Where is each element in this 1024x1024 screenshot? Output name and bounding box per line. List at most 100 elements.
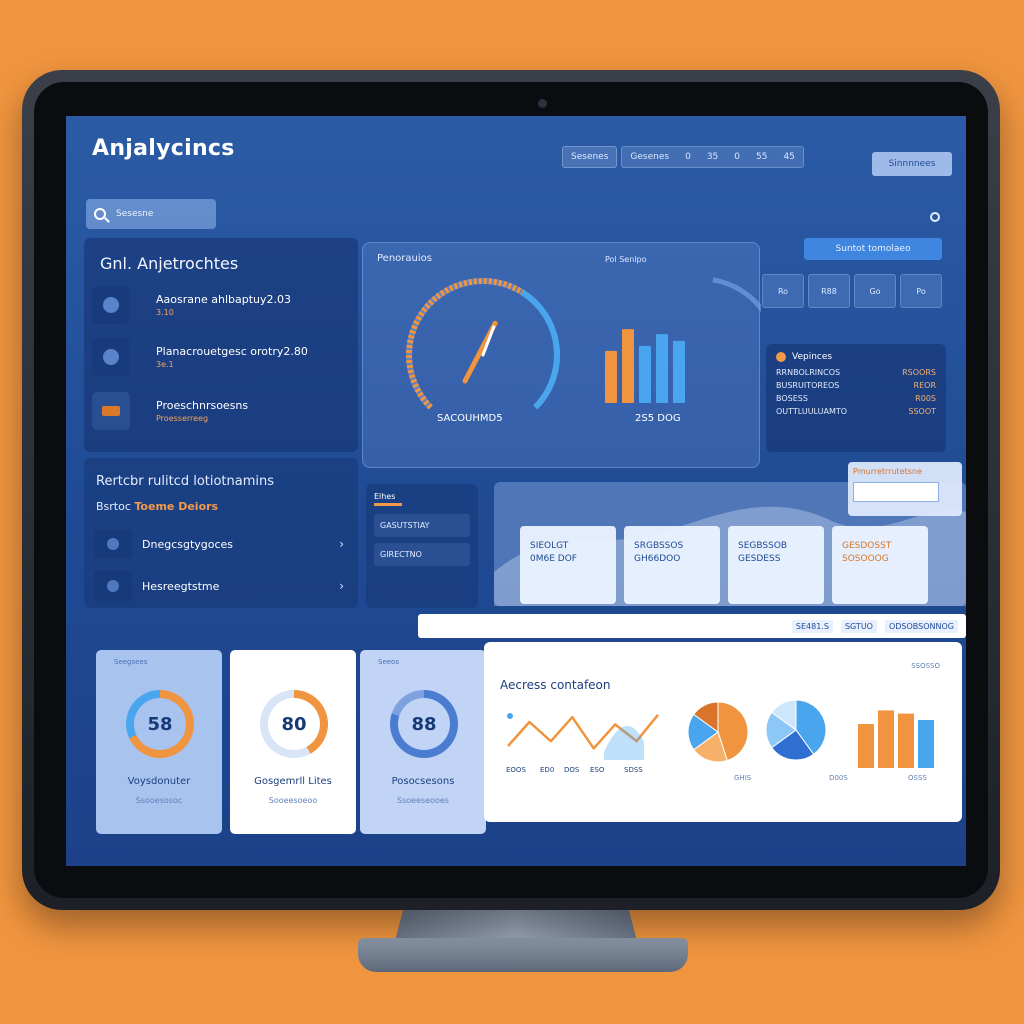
x-axis-label: DOS: [564, 766, 580, 774]
kpi-value: SRGBSSOS: [634, 541, 684, 551]
list-item[interactable]: Aaosrane ahlbaptuy2.03 3.10: [92, 282, 350, 328]
webcam: [538, 99, 547, 108]
item-title: Proeschnrsoesns: [156, 399, 249, 412]
kpi-value: GESDESS: [738, 554, 781, 564]
bar: [858, 724, 874, 768]
filter-chip[interactable]: SGTUO: [840, 619, 877, 633]
kpi-card[interactable]: SRGBSSOS GH66DOO: [624, 526, 720, 604]
ring-value: 58: [147, 713, 173, 735]
analytics-panel: Aecress contafeon SSOSSO EOOS ED0 DOS ES…: [484, 642, 962, 822]
report-row[interactable]: Hesreegtstme ›: [94, 568, 352, 604]
nav-item[interactable]: Gesenes: [622, 147, 677, 167]
kpi-value: 0M6E DOF: [530, 554, 577, 564]
card-tag: Seegsees: [114, 658, 148, 666]
x-axis-label: SDSS: [624, 766, 643, 774]
filter-chip[interactable]: ODSOBSONNOG: [884, 619, 958, 633]
ring-value: 80: [281, 713, 307, 735]
chip-input[interactable]: [853, 482, 939, 502]
search-icon[interactable]: [930, 212, 940, 222]
analytics-charts: [507, 699, 934, 768]
mini-stat-tile[interactable]: R88: [808, 274, 850, 308]
nav-item[interactable]: 45: [775, 147, 802, 167]
list-accent: [374, 503, 402, 506]
kpi-value: SEGBSSOB: [738, 541, 788, 551]
item-sub: 3e.1: [156, 360, 174, 369]
progress-ring: 88: [390, 690, 458, 758]
nav-item[interactable]: 0: [726, 147, 748, 167]
kpi-value: GESDOSST: [842, 541, 892, 551]
updates-row: RRNBOLRINCOS RSOORS: [776, 368, 936, 377]
mini-stat-tile[interactable]: Go: [854, 274, 896, 308]
bar: [878, 710, 894, 768]
gauge-remaining: [521, 289, 560, 410]
mini-stat-tile[interactable]: Ro: [762, 274, 804, 308]
update-button[interactable]: Suntot tomolaeo: [804, 238, 942, 260]
report-panel: Rertcbr rulitcd lotiotnamins Bsrtoc Toem…: [84, 458, 358, 608]
bar: [605, 350, 617, 403]
kpi-value: SOSOOOG: [842, 554, 889, 564]
mini-stat-tile[interactable]: Po: [900, 274, 942, 308]
list-item[interactable]: GIRECTNO: [374, 543, 470, 566]
item-title: Planacrouetgesc orotry2.80: [156, 345, 308, 358]
pie-label: GHIS: [734, 774, 752, 782]
signin-button[interactable]: Sinnnnees: [872, 152, 952, 176]
list-item[interactable]: Proeschnrsoesns Proesserreeg: [92, 388, 350, 434]
list-item[interactable]: GASUTSTIAY: [374, 514, 470, 537]
chip-label: Pmurretrrutetsne: [853, 467, 922, 476]
kpi-card[interactable]: SEGBSSOB GESDESS: [728, 526, 824, 604]
bar: [918, 720, 934, 768]
bar: [673, 340, 685, 403]
nav-item[interactable]: 35: [699, 147, 726, 167]
analytics-list-panel: Gnl. Anjetrochtes Aaosrane ahlbaptuy2.03…: [84, 238, 358, 452]
stat-card[interactable]: Seegsees 58 Voysdonuter Ssooesosoc: [96, 650, 222, 834]
card-subtitle: Ssooesosoc: [135, 796, 183, 805]
dashboard-screen: Anjalycincs Sesenes Gesenes 0 35 0 55 45…: [66, 116, 966, 866]
card-title: Voysdonuter: [127, 776, 191, 787]
status-dot-icon: [776, 352, 786, 362]
progress-ring: 58: [126, 690, 194, 758]
kpi-value: GH66DOO: [634, 554, 681, 564]
nav-item[interactable]: 0: [677, 147, 699, 167]
x-axis-label: ED0: [540, 766, 555, 774]
monitor-stand: [358, 938, 688, 972]
nav-group: Gesenes 0 35 0 55 45: [621, 146, 804, 168]
gauge-fill: [406, 278, 525, 410]
ring-value: 88: [411, 713, 437, 735]
kpi-card[interactable]: GESDOSST SOSOOOG: [832, 526, 928, 604]
filter-chip[interactable]: SE481.S: [791, 619, 833, 633]
search-icon: [94, 208, 106, 220]
report-subtitle: Bsrtoc Toeme Deiors: [96, 500, 219, 513]
top-navigation: Sesenes Gesenes 0 35 0 55 45: [562, 146, 804, 168]
performance-chart: [406, 277, 761, 410]
list-item[interactable]: Planacrouetgesc orotry2.80 3e.1: [92, 334, 350, 380]
item-thumbnail: [92, 392, 130, 430]
report-row[interactable]: Dnegcsgtygoces ›: [94, 526, 352, 562]
card-subtitle: Sooeesoeoo: [268, 796, 318, 805]
updates-card: Vepinces RRNBOLRINCOS RSOORS BUSRUITOREOS…: [766, 344, 946, 452]
updates-row: OUTTLUULUAMTO SSOOT: [776, 407, 936, 416]
nav-item[interactable]: 55: [748, 147, 775, 167]
filter-bar: SE481.S SGTUO ODSOBSONNOG: [418, 614, 966, 638]
kpi-chip[interactable]: Pmurretrrutetsne: [848, 462, 962, 516]
report-title: Rertcbr rulitcd lotiotnamins: [96, 474, 275, 489]
kpi-cards: SIEOLGT 0M6E DOF SRGBSSOS GH66DOO SEGBSS…: [520, 526, 928, 604]
item-sub: 3.10: [156, 308, 174, 317]
search-input[interactable]: Sesesne: [86, 199, 216, 229]
kpi-card[interactable]: SIEOLGT 0M6E DOF: [520, 526, 616, 604]
chevron-right-icon: ›: [339, 537, 344, 551]
bar-label: OSSS: [908, 774, 927, 782]
bar: [898, 713, 914, 768]
card-title: Posocsesons: [391, 776, 455, 787]
card-subtitle: Ssoeeseooes: [397, 796, 449, 805]
decorative-arc: [712, 277, 761, 313]
stat-card[interactable]: 80 Gosgemrll Lites Sooeesoeoo: [230, 650, 356, 834]
nav-item-primary[interactable]: Sesenes: [562, 146, 618, 168]
mini-stats: Ro R88 Go Po: [762, 274, 942, 308]
pie-label: D00S: [829, 774, 848, 782]
bar: [622, 329, 634, 403]
kpi-value: SIEOLGT: [530, 541, 569, 551]
stat-card[interactable]: Seeos 88 Posocsesons Ssoeeseooes: [360, 650, 486, 834]
search-placeholder: Sesesne: [116, 209, 154, 219]
report-icon: [94, 571, 132, 601]
report-row-label: Hesreegtstme: [142, 579, 220, 593]
